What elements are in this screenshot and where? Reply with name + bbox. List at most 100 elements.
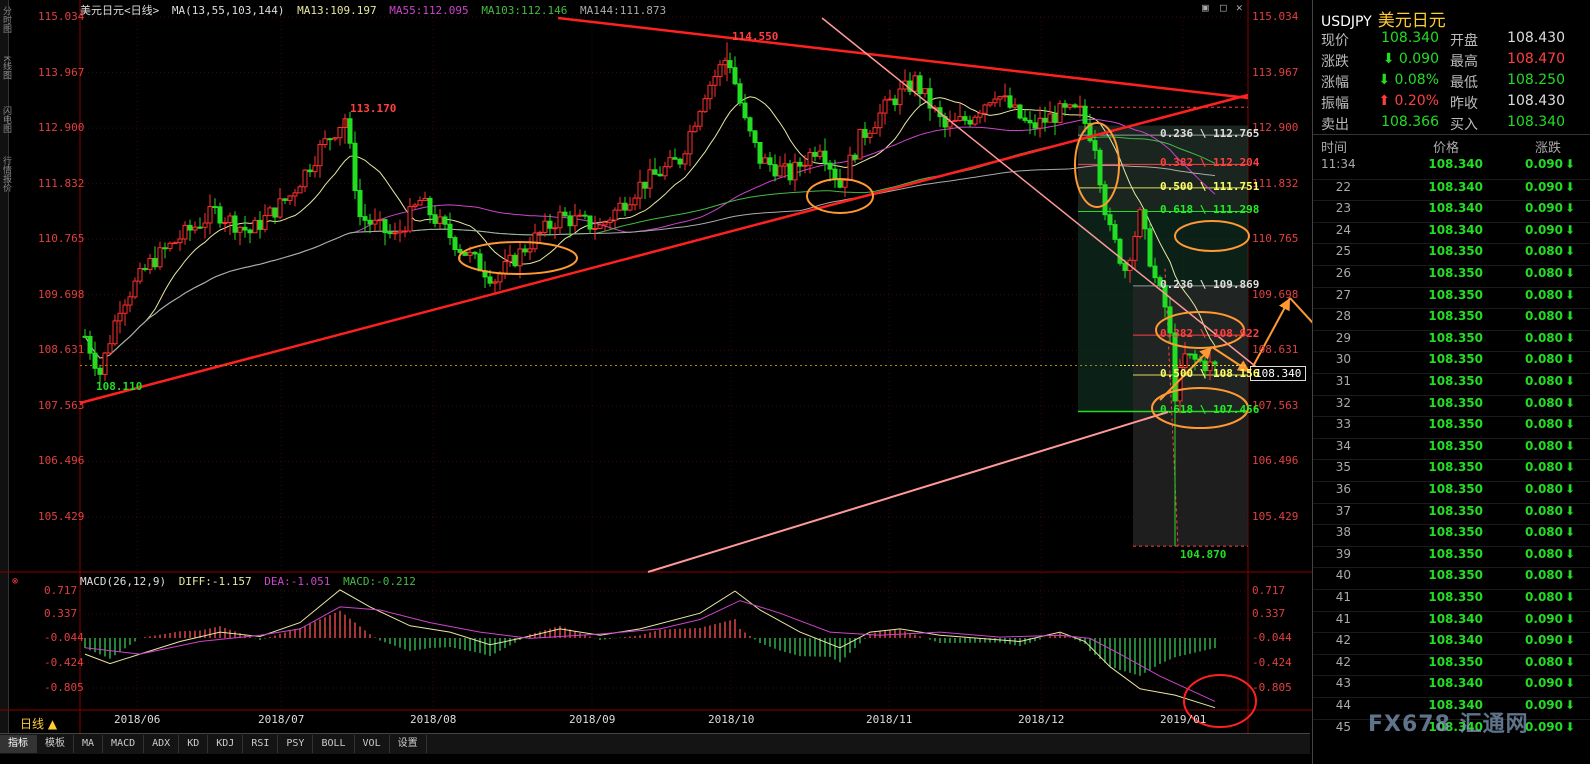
tick-row[interactable]: 34 108.350 0.080 ⬇ — [1313, 437, 1590, 460]
tick-price: 108.350 — [1428, 546, 1483, 561]
toolbar-tab[interactable]: MA — [74, 735, 104, 753]
candle-body — [127, 296, 133, 306]
candle-body — [807, 151, 813, 166]
toolbar-tab[interactable]: 指标 — [0, 735, 37, 753]
toolbar-tab[interactable]: PSY — [278, 735, 314, 753]
tick-row[interactable]: 43 108.340 0.090 ⬇ — [1313, 675, 1590, 697]
toolbar-tab[interactable]: KD — [179, 735, 209, 753]
toolbar-tab[interactable]: 模板 — [37, 735, 74, 753]
toolbar-tab[interactable]: KDJ — [208, 735, 244, 753]
candle-body — [957, 116, 963, 122]
indicator-toolbar: 指标 模板 MA MACD ADX KD KDJ RSI PSY BOLL VOL 设置 — [0, 733, 1310, 754]
ma55-value: MA55:112.095 — [389, 4, 469, 17]
tick-row[interactable]: 35 108.350 0.080 ⬇ — [1313, 459, 1590, 481]
tick-row[interactable]: 36 108.350 0.080 ⬇ — [1313, 481, 1590, 503]
tick-time: 24 — [1335, 222, 1351, 237]
quote-value: 108.340 — [1507, 114, 1565, 130]
tick-row[interactable]: 30 108.350 0.080 ⬇ — [1313, 351, 1590, 373]
candle-body — [877, 112, 883, 129]
macd-dea-line — [84, 600, 1216, 702]
toolbar-tab[interactable]: VOL — [355, 735, 390, 753]
candle-body — [967, 119, 973, 125]
ma-indicator-name: MA(13,55,103,144) — [171, 4, 285, 17]
candle-body — [727, 60, 733, 69]
tick-row[interactable]: 26 108.350 0.080 ⬇ — [1313, 265, 1590, 287]
candle-body — [162, 247, 168, 250]
tick-row[interactable]: 42 108.350 0.080 ⬇ — [1313, 653, 1590, 676]
tick-row[interactable]: 28 108.350 0.080 ⬇ — [1313, 308, 1590, 330]
tick-row[interactable]: 41 108.340 0.090 ⬇ — [1313, 610, 1590, 633]
candle-body — [847, 154, 853, 181]
price-chart-canvas[interactable] — [0, 0, 1312, 735]
window-close-icon[interactable]: ✕ — [1236, 1, 1243, 14]
tick-row[interactable]: 29 108.350 0.080 ⬇ — [1313, 329, 1590, 352]
window-maximize-icon[interactable]: □ — [1220, 1, 1227, 14]
candle-body — [177, 238, 183, 244]
tick-change: 0.080 — [1525, 438, 1563, 453]
toolbar-tab[interactable]: BOLL — [313, 735, 355, 753]
tick-row[interactable]: 11:34 108.340 0.090 ⬇ — [1313, 157, 1590, 178]
fx678-watermark: FX678 汇通网 — [1368, 712, 1529, 737]
tick-row[interactable]: 24 108.340 0.090 ⬇ — [1313, 221, 1590, 244]
macd-tick-left: -0.424 — [44, 656, 84, 669]
candle-body — [297, 186, 303, 194]
candle-body — [347, 118, 353, 144]
candle-body — [772, 164, 778, 177]
candle-body — [737, 83, 743, 104]
tick-change: 0.090 — [1525, 179, 1563, 194]
tick-change: 0.080 — [1525, 352, 1563, 367]
tick-row[interactable]: 25 108.350 0.080 ⬇ — [1313, 243, 1590, 265]
tick-row[interactable]: 22 108.340 0.090 ⬇ — [1313, 178, 1590, 201]
macd-settings-icon[interactable]: ⊗ — [12, 576, 18, 587]
tick-time: 40 — [1335, 568, 1351, 583]
quote-row: 振幅 ⬆ 0.20% 昨收 108.430 — [1313, 93, 1590, 114]
tick-row[interactable]: 33 108.350 0.080 ⬇ — [1313, 416, 1590, 438]
candle-body — [597, 224, 603, 229]
candle-body — [632, 197, 638, 206]
candle-body — [257, 219, 263, 230]
period-tab-daily[interactable]: 日线 ▲ — [20, 715, 57, 732]
tick-time: 32 — [1335, 395, 1351, 410]
macd-tick-right: 0.337 — [1252, 607, 1286, 620]
candle-body — [487, 276, 493, 284]
tick-row[interactable]: 38 108.350 0.080 ⬇ — [1313, 524, 1590, 546]
toolbar-tab[interactable]: MACD — [103, 735, 145, 753]
ma144-value: MA144:111.873 — [580, 4, 667, 17]
tick-change: 0.080 — [1525, 287, 1563, 302]
candle-body — [997, 96, 1003, 100]
candle-body — [1042, 117, 1048, 123]
tick-row[interactable]: 42 108.340 0.090 ⬇ — [1313, 632, 1590, 654]
tick-row[interactable]: 41 108.350 0.080 ⬇ — [1313, 589, 1590, 611]
down-arrow-icon: ⬇ — [1565, 417, 1576, 432]
tick-change: 0.080 — [1525, 330, 1563, 345]
candle-body — [777, 165, 783, 177]
tick-change: 0.090 — [1525, 157, 1563, 171]
candle-body — [372, 219, 378, 225]
candle-body — [1092, 140, 1098, 151]
candle-body — [972, 116, 978, 125]
tick-row[interactable]: 37 108.350 0.080 ⬇ — [1313, 502, 1590, 525]
toolbar-tab[interactable]: RSI — [243, 735, 279, 753]
candle-body — [362, 216, 368, 221]
tick-time: 33 — [1335, 417, 1351, 432]
tick-row[interactable]: 31 108.350 0.080 ⬇ — [1313, 373, 1590, 395]
tick-row[interactable]: 40 108.350 0.080 ⬇ — [1313, 567, 1590, 589]
candle-body — [622, 202, 628, 211]
down-arrow-icon: ⬇ — [1565, 546, 1576, 561]
toolbar-tab[interactable]: 设置 — [390, 735, 427, 753]
tick-row[interactable]: 23 108.340 0.090 ⬇ — [1313, 200, 1590, 222]
toolbar-tab[interactable]: ADX — [144, 735, 180, 753]
fib-label: 0.236 \ 109.869 — [1160, 277, 1260, 291]
tick-time: 27 — [1335, 287, 1351, 302]
tick-row[interactable]: 27 108.350 0.080 ⬇ — [1313, 286, 1590, 309]
candle-body — [797, 161, 803, 167]
tick-row[interactable]: 39 108.350 0.080 ⬇ — [1313, 545, 1590, 568]
candle-body — [407, 206, 413, 232]
quote-value: 108.430 — [1507, 93, 1565, 109]
window-restore-icon[interactable]: ▣ — [1202, 1, 1209, 14]
down-arrow-icon: ⬇ — [1565, 525, 1576, 540]
tick-row[interactable]: 32 108.350 0.080 ⬇ — [1313, 394, 1590, 417]
candle-body — [687, 131, 693, 155]
candle-body — [627, 204, 633, 211]
tick-time: 29 — [1335, 330, 1351, 345]
